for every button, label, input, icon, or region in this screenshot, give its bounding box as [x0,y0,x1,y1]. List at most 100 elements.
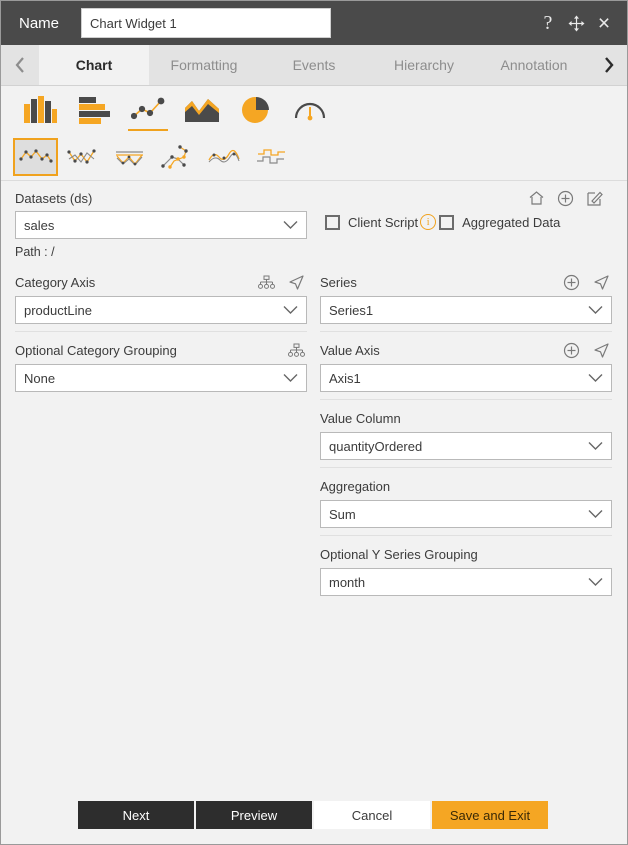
optional-y-series-grouping-header: Optional Y Series Grouping [320,543,612,565]
tab-formatting-label: Formatting [170,57,238,73]
spline-icon[interactable] [201,138,246,176]
pie-chart-icon[interactable] [229,88,283,132]
info-icon[interactable]: i [420,214,437,230]
cancel-button[interactable]: Cancel [314,801,430,829]
category-axis-field: Category Axis productLine [15,271,307,332]
widget-name-input[interactable] [81,8,332,38]
aggregation-label: Aggregation [320,478,391,494]
category-axis-label: Category Axis [15,274,96,290]
tabs-scroll-left-icon[interactable] [1,45,39,85]
home-icon[interactable] [527,189,545,207]
dataset-select-value: sales [24,217,55,233]
preview-button[interactable]: Preview [196,801,312,829]
line-scatter-chart-icon[interactable] [121,88,175,132]
client-script-checkbox[interactable] [325,214,340,230]
line-markers-icon[interactable] [13,138,58,176]
series-icons [562,273,612,291]
gauge-chart-icon[interactable] [283,88,337,132]
dialog-titlebar: Name ? × [1,1,627,45]
value-column-label: Value Column [320,410,401,426]
value-axis-icons [562,341,612,359]
optional-y-series-grouping-label: Optional Y Series Grouping [320,546,478,562]
value-axis-label: Value Axis [320,342,380,358]
series-value: Series1 [329,302,374,318]
add-icon[interactable] [562,273,580,291]
optional-category-grouping-label: Optional Category Grouping [15,342,177,358]
scatter-connected-icon[interactable] [154,138,199,176]
aggregation-select[interactable]: Sum [320,500,612,528]
optional-y-series-grouping-select[interactable]: month [320,568,612,596]
datasets-toolbar [527,189,613,207]
aggregation-value: Sum [329,506,356,522]
tab-bar: Chart Formatting Events Hierarchy Annota… [1,45,627,86]
chevron-down-icon [283,371,298,386]
chevron-down-icon [588,575,603,590]
hierarchy-icon[interactable] [257,273,275,291]
tab-chart-label: Chart [75,57,113,73]
column-chart-icon[interactable] [13,88,67,132]
next-button-label: Next [122,807,150,823]
add-icon[interactable] [562,341,580,359]
save-and-exit-button[interactable]: Save and Exit [432,801,548,829]
name-label: Name [19,14,60,32]
chevron-down-icon [283,218,298,233]
tab-hierarchy[interactable]: Hierarchy [369,45,479,85]
area-chart-icon[interactable] [175,88,229,132]
client-script-label: Client Script [348,214,419,230]
series-select[interactable]: Series1 [320,296,612,324]
tab-events[interactable]: Events [259,45,369,85]
config-columns: Category Axis productLine Optional Categ… [1,271,627,610]
dataset-path-value: / [51,245,55,259]
edit-icon[interactable] [585,189,603,207]
tab-formatting[interactable]: Formatting [149,45,259,85]
aggregation-field: Aggregation Sum [320,475,612,536]
series-header: Series [320,271,612,293]
chart-subtype-toolbar [1,134,627,181]
category-axis-icons [257,273,307,291]
help-glyph: ? [543,12,553,34]
step-line-icon[interactable] [248,138,293,176]
hierarchy-icon[interactable] [287,341,305,359]
optional-y-series-grouping-field: Optional Y Series Grouping month [320,543,612,603]
help-icon[interactable]: ? [535,10,561,36]
close-icon[interactable]: × [591,10,617,36]
bar-chart-icon[interactable] [67,88,121,132]
next-button[interactable]: Next [78,801,194,829]
aggregation-header: Aggregation [320,475,612,497]
tab-hierarchy-label: Hierarchy [394,57,454,73]
navigate-icon[interactable] [592,273,610,291]
dataset-select[interactable]: sales [15,211,307,239]
chevron-down-icon [588,303,603,318]
navigate-icon[interactable] [287,273,305,291]
datasets-section: Datasets (ds) sales Path: / Client Scri… [1,181,627,259]
series-field: Series Series1 [320,271,612,332]
value-column-select[interactable]: quantityOrdered [320,432,612,460]
optional-category-grouping-select[interactable]: None [15,364,307,392]
line-range-icon[interactable] [107,138,152,176]
category-axis-select[interactable]: productLine [15,296,307,324]
optional-category-grouping-value: None [24,370,56,386]
tab-annotation[interactable]: Annotation [479,45,589,85]
line-zigzag-icon[interactable] [60,138,105,176]
chevron-down-icon [588,507,603,522]
value-column-value: quantityOrdered [329,438,423,454]
optional-category-grouping-field: Optional Category Grouping None [15,339,307,399]
category-axis-value: productLine [24,302,92,318]
options-group: Client Script i Aggregated Data [325,214,560,230]
add-icon[interactable] [556,189,574,207]
chevron-down-icon [588,371,603,386]
optional-y-series-grouping-value: month [329,574,366,590]
aggregated-data-checkbox[interactable] [439,214,455,230]
value-axis-select[interactable]: Axis1 [320,364,612,392]
navigate-icon[interactable] [592,341,610,359]
tab-chart[interactable]: Chart [39,45,149,85]
value-axis-header: Value Axis [320,339,612,361]
move-icon[interactable] [563,10,589,36]
chart-type-toolbar [1,86,627,134]
tab-annotation-label: Annotation [500,57,568,73]
optional-category-grouping-header: Optional Category Grouping [15,339,307,361]
dialog-footer: Next Preview Cancel Save and Exit [2,786,626,843]
tabs-scroll-right-icon[interactable] [589,45,627,85]
optional-category-grouping-icons [287,341,307,359]
tab-list: Chart Formatting Events Hierarchy Annota… [39,45,589,85]
